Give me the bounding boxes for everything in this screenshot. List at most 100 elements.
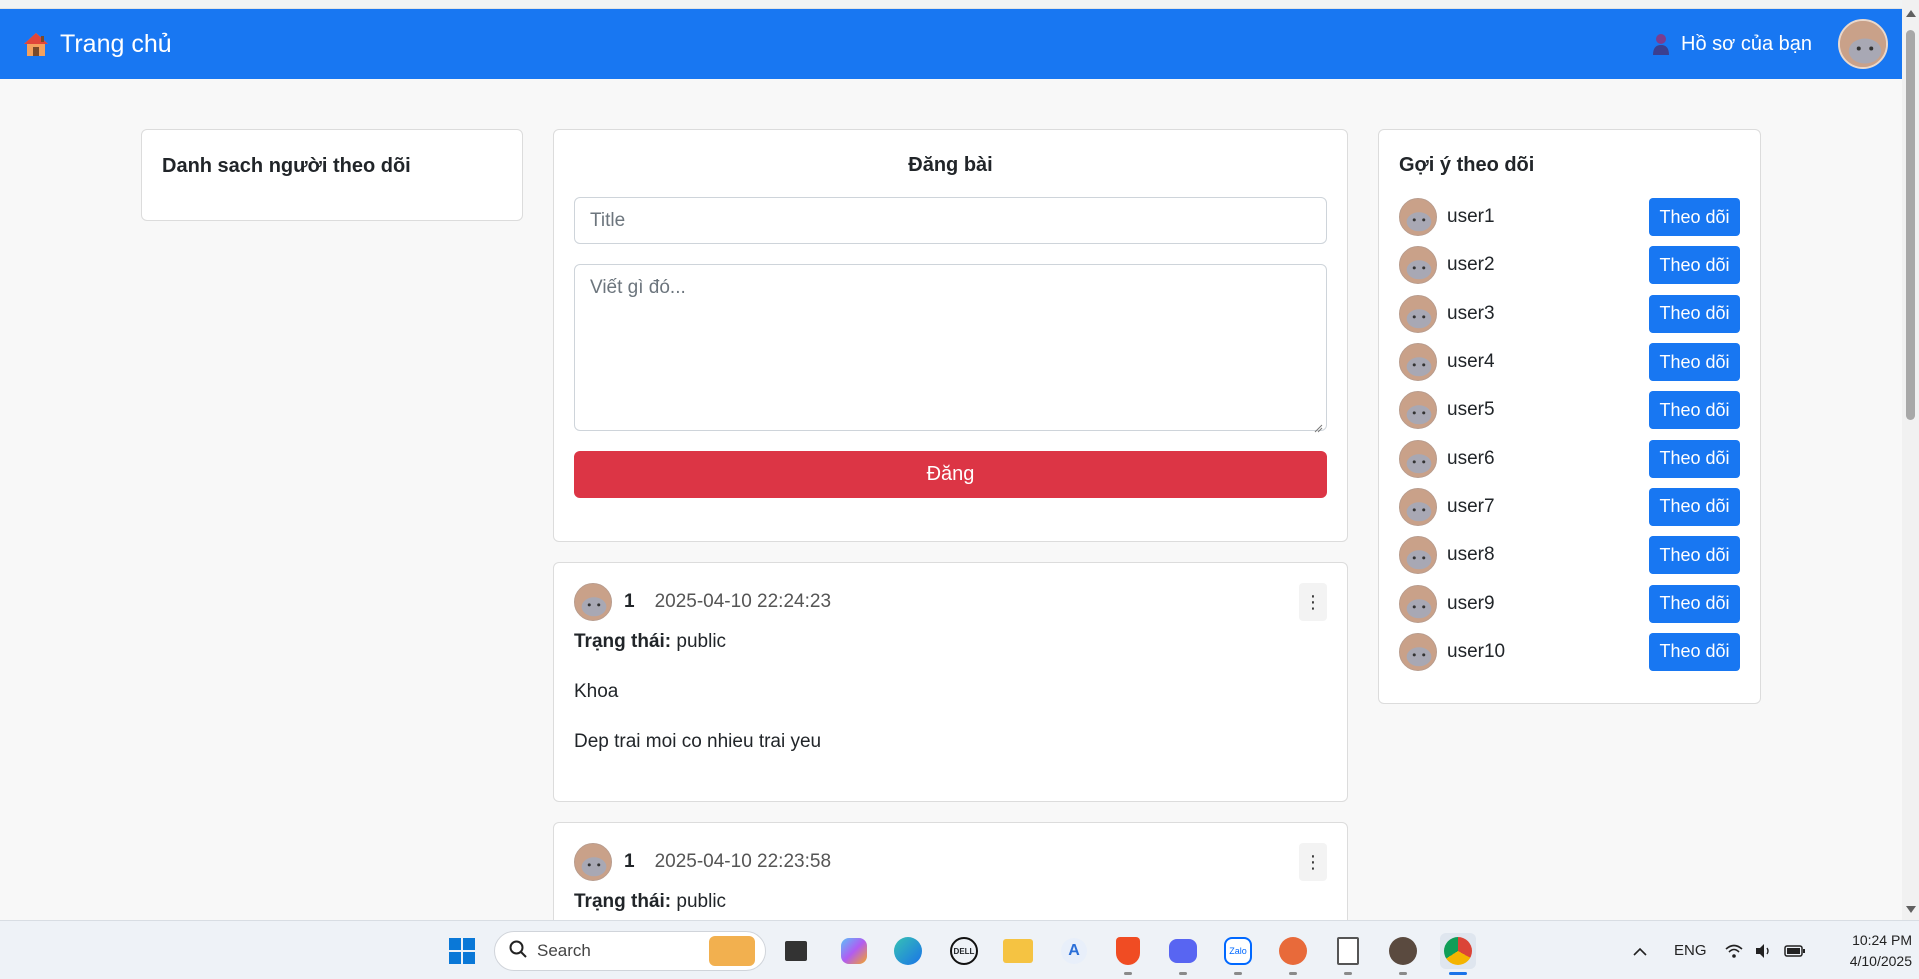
search-icon: [509, 940, 527, 963]
home-link[interactable]: Trang chủ: [22, 30, 172, 59]
status-value: public: [676, 631, 727, 652]
more-options-icon[interactable]: ⋮: [1299, 583, 1327, 621]
avatar[interactable]: [1838, 19, 1888, 69]
list-item: user5 Theo dõi: [1399, 386, 1740, 434]
suggested-username[interactable]: user4: [1447, 351, 1495, 373]
list-item: user9 Theo dõi: [1399, 579, 1740, 627]
follow-button[interactable]: Theo dõi: [1649, 439, 1740, 478]
post-card: 1 2025-04-10 22:24:23 ⋮ Trạng thái: publ…: [553, 562, 1348, 802]
follow-button[interactable]: Theo dõi: [1649, 487, 1740, 526]
list-item: user6 Theo dõi: [1399, 434, 1740, 482]
follow-button[interactable]: Theo dõi: [1649, 536, 1740, 575]
suggested-username[interactable]: user7: [1447, 496, 1495, 518]
suggested-username[interactable]: user8: [1447, 544, 1495, 566]
top-navbar: Trang chủ Hồ sơ của bạn: [0, 9, 1902, 79]
avatar[interactable]: [574, 583, 612, 621]
suggested-username[interactable]: user2: [1447, 254, 1495, 276]
suggested-username[interactable]: user1: [1447, 206, 1495, 228]
avatar[interactable]: [1399, 246, 1437, 285]
browser-top-strip: [0, 0, 1902, 9]
list-item: user7 Theo dõi: [1399, 483, 1740, 531]
copilot-icon[interactable]: [836, 933, 872, 969]
follow-button[interactable]: Theo dõi: [1649, 198, 1740, 237]
wifi-icon[interactable]: [1724, 921, 1744, 979]
app-icon[interactable]: [1385, 933, 1421, 975]
chrome-icon[interactable]: [1440, 933, 1476, 975]
clock-time: 10:24 PM: [1852, 932, 1912, 948]
tray-overflow-icon[interactable]: [1632, 921, 1648, 979]
scroll-down-icon[interactable]: [1906, 906, 1916, 913]
post-submit-button[interactable]: Đăng: [574, 451, 1327, 498]
content-textarea[interactable]: Viết gì đó...: [574, 264, 1327, 433]
avatar[interactable]: [574, 843, 612, 881]
title-input[interactable]: Title: [574, 197, 1327, 244]
follow-button[interactable]: Theo dõi: [1649, 584, 1740, 623]
game-icon[interactable]: [1275, 933, 1311, 975]
more-options-icon[interactable]: ⋮: [1299, 843, 1327, 881]
status-label: Trạng thái:: [574, 891, 672, 912]
post-author[interactable]: 1: [624, 851, 635, 873]
document-icon[interactable]: [1330, 933, 1366, 975]
avatar[interactable]: [1399, 487, 1437, 526]
page-scrollbar[interactable]: [1902, 0, 1919, 920]
suggested-username[interactable]: user9: [1447, 593, 1495, 615]
user-icon: [1653, 33, 1670, 55]
edge-icon[interactable]: [890, 933, 926, 969]
suggested-username[interactable]: user5: [1447, 399, 1495, 421]
list-item: user10 Theo dõi: [1399, 628, 1740, 676]
suggested-username[interactable]: user10: [1447, 641, 1505, 663]
suggestions-title: Gợi ý theo dõi: [1399, 154, 1535, 176]
suggested-username[interactable]: user6: [1447, 448, 1495, 470]
avatar[interactable]: [1399, 632, 1437, 671]
post-time: 2025-04-10 22:24:23: [654, 591, 832, 612]
title-placeholder: Title: [590, 209, 626, 231]
profile-label: Hồ sơ của bạn: [1681, 32, 1812, 55]
post-status: Trạng thái: public: [574, 631, 1327, 653]
avatar[interactable]: [1399, 343, 1437, 382]
scroll-up-icon[interactable]: [1906, 10, 1916, 17]
post-form: Đăng bài Title Viết gì đó... Đăng: [553, 129, 1348, 542]
clock-date: 4/10/2025: [1849, 953, 1912, 969]
avatar[interactable]: [1399, 294, 1437, 333]
post-author[interactable]: 1: [624, 591, 635, 613]
post-status: Trạng thái: public: [574, 891, 1327, 913]
windows-start-icon[interactable]: [444, 933, 480, 969]
brave-icon[interactable]: [1110, 933, 1146, 975]
list-item: user4 Theo dõi: [1399, 338, 1740, 386]
suggested-username[interactable]: user3: [1447, 303, 1495, 325]
app-icon[interactable]: A: [1056, 933, 1092, 969]
post-title: Khoa: [574, 681, 619, 702]
post-content: Dep trai moi co nhieu trai yeu: [574, 731, 822, 752]
follow-button[interactable]: Theo dõi: [1649, 391, 1740, 430]
avatar[interactable]: [1399, 198, 1437, 237]
scroll-thumb[interactable]: [1906, 30, 1915, 420]
battery-icon[interactable]: [1784, 921, 1806, 979]
taskbar-search-input[interactable]: Search: [494, 931, 766, 971]
avatar[interactable]: [1399, 391, 1437, 430]
status-value: public: [676, 891, 727, 912]
list-item: user8 Theo dõi: [1399, 531, 1740, 579]
list-item: user3 Theo dõi: [1399, 290, 1740, 338]
volume-icon[interactable]: [1754, 921, 1774, 979]
resize-grip-icon[interactable]: [1313, 417, 1323, 433]
discord-icon[interactable]: [1165, 933, 1201, 975]
avatar[interactable]: [1399, 536, 1437, 575]
post-form-title: Đăng bài: [908, 154, 993, 176]
language-indicator[interactable]: ENG: [1674, 921, 1707, 979]
dell-icon[interactable]: DELL: [946, 933, 982, 969]
follow-button[interactable]: Theo dõi: [1649, 246, 1740, 285]
task-view-icon[interactable]: [778, 933, 814, 969]
avatar[interactable]: [1399, 439, 1437, 478]
search-placeholder: Search: [537, 941, 591, 960]
system-clock[interactable]: 10:24 PM 4/10/2025: [1812, 930, 1912, 972]
profile-link[interactable]: Hồ sơ của bạn: [1653, 33, 1812, 56]
zalo-icon[interactable]: Zalo: [1220, 933, 1256, 975]
taskbar: Search DELL A Zalo ENG 10:24 PM 4/10/202…: [0, 920, 1919, 979]
follow-button[interactable]: Theo dõi: [1649, 632, 1740, 671]
list-item: user2 Theo dõi: [1399, 241, 1740, 289]
followers-title: Danh sach người theo dõi: [162, 155, 411, 177]
follow-button[interactable]: Theo dõi: [1649, 294, 1740, 333]
file-explorer-icon[interactable]: [1000, 933, 1036, 969]
follow-button[interactable]: Theo dõi: [1649, 343, 1740, 382]
avatar[interactable]: [1399, 584, 1437, 623]
